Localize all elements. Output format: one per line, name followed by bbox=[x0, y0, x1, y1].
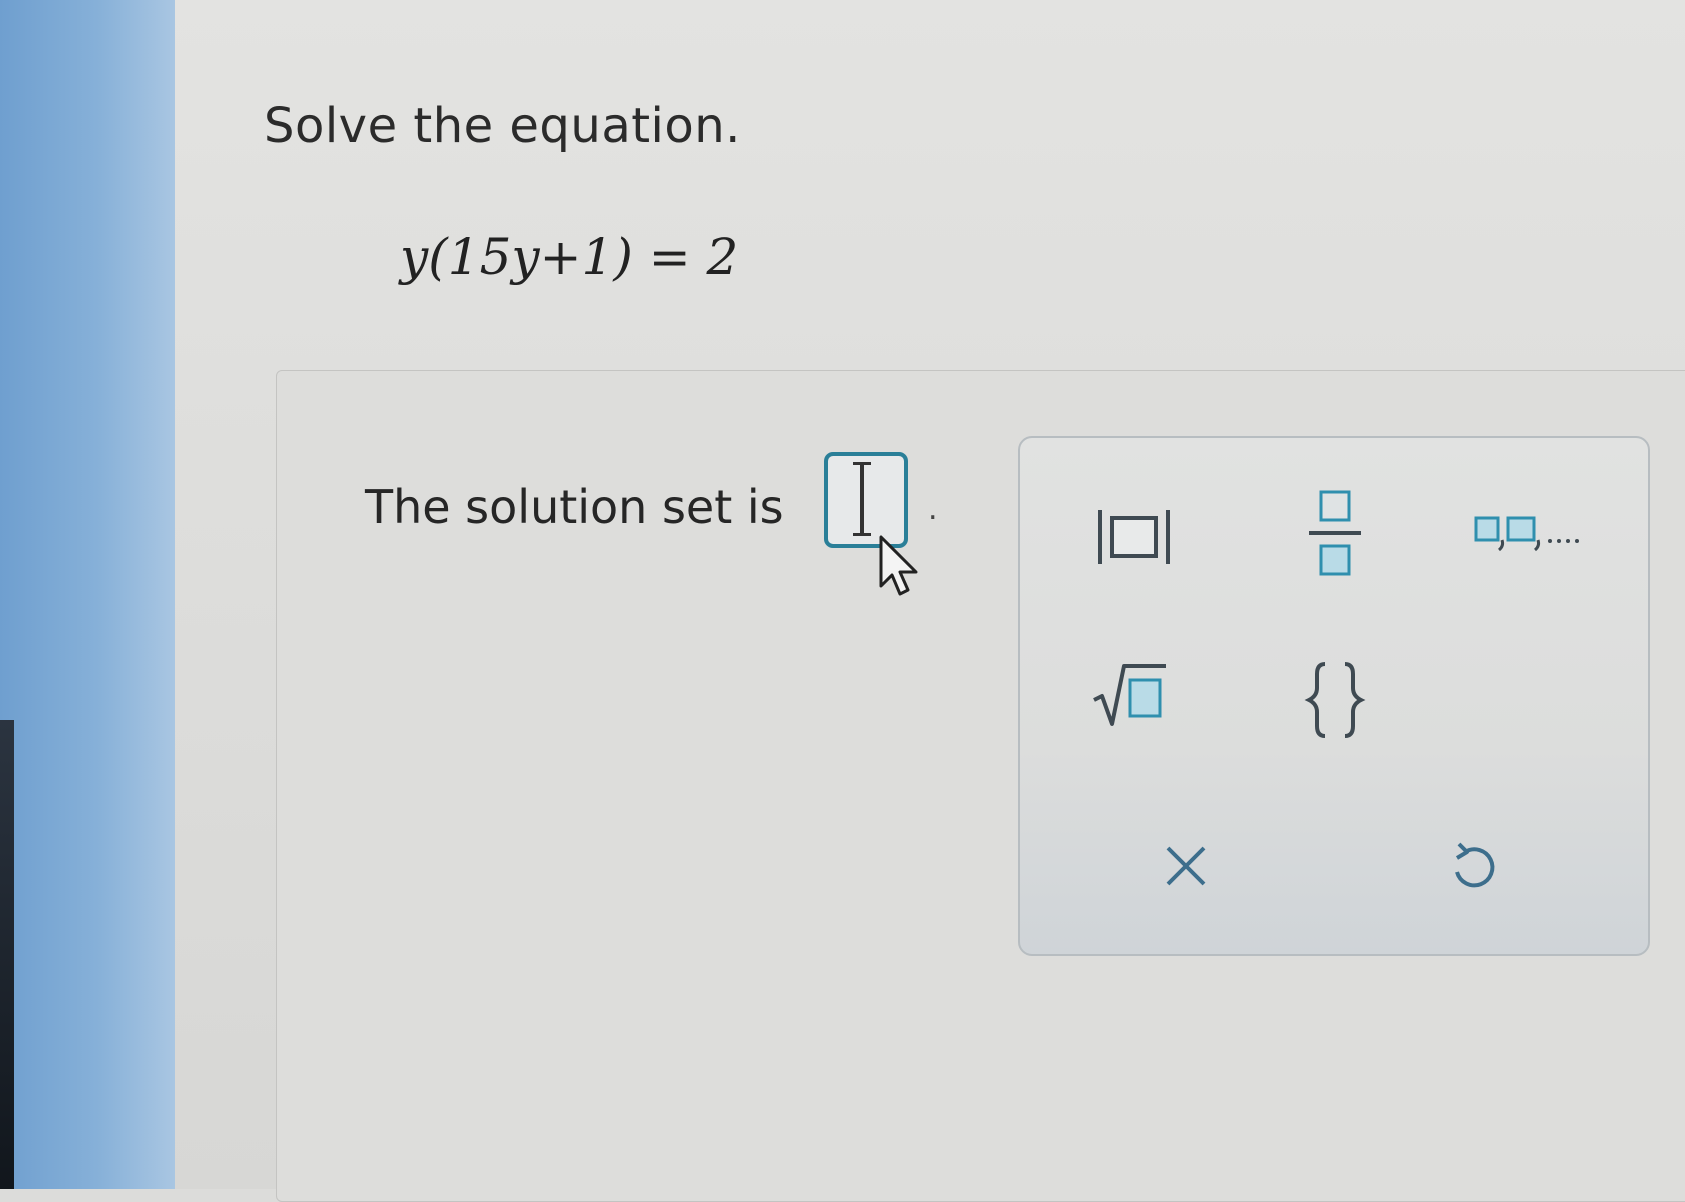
square-root-template-icon bbox=[1093, 664, 1166, 726]
trailing-period: . bbox=[928, 492, 938, 527]
fraction-button[interactable] bbox=[1305, 486, 1365, 582]
text-cursor-icon bbox=[853, 462, 871, 536]
absolute-value-template-icon bbox=[1098, 510, 1170, 564]
undo-icon bbox=[1455, 842, 1495, 888]
clear-x-icon bbox=[1166, 846, 1206, 886]
equation: y(15y+1) = 2 bbox=[400, 228, 739, 286]
screen-bezel-edge bbox=[0, 720, 14, 1189]
undo-button[interactable] bbox=[1445, 838, 1501, 894]
square-root-button[interactable] bbox=[1090, 660, 1170, 730]
set-braces-icon bbox=[1304, 662, 1366, 738]
comma-list-template-icon bbox=[1474, 516, 1579, 552]
absolute-value-button[interactable] bbox=[1090, 502, 1180, 572]
set-braces-button[interactable] bbox=[1303, 660, 1367, 740]
clear-button[interactable] bbox=[1158, 838, 1214, 894]
comma-list-button[interactable] bbox=[1470, 508, 1600, 558]
solution-set-prompt: The solution set is bbox=[365, 480, 784, 534]
fraction-template-icon bbox=[1309, 490, 1361, 576]
mouse-pointer-icon bbox=[879, 535, 918, 596]
left-sidebar-strip bbox=[0, 0, 175, 1189]
question-instruction: Solve the equation. bbox=[264, 98, 741, 154]
